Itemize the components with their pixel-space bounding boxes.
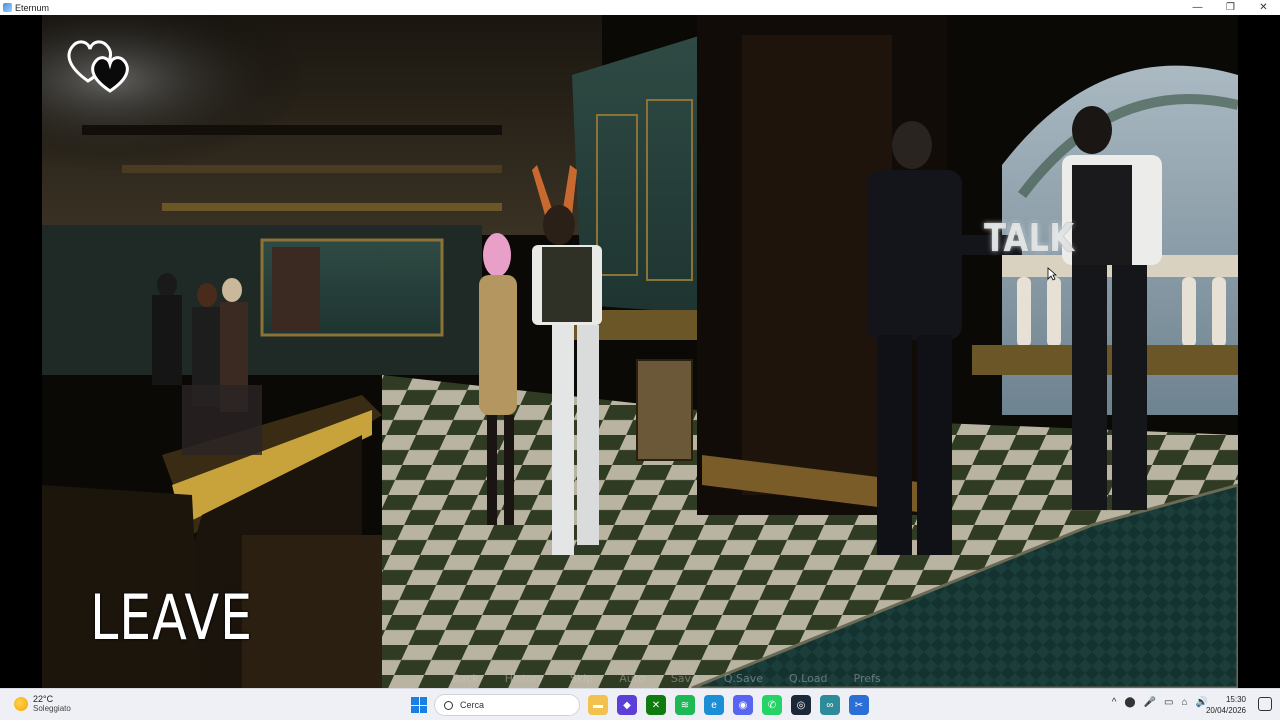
microphone-icon[interactable]: 🎤 (1144, 697, 1156, 708)
xbox-icon[interactable]: ✕ (646, 695, 666, 715)
clock-time: 15:30 (1225, 695, 1246, 704)
quick-menu-qsave[interactable]: Q.Save (724, 672, 763, 685)
infinity-app-icon[interactable]: ∞ (820, 695, 840, 715)
taskbar-search-box[interactable]: Cerca (434, 694, 580, 716)
search-icon (444, 700, 453, 710)
system-tray: ^ ⬤ 🎤 ▭ ⌂ 🔊 (1104, 697, 1208, 708)
window-controls: — ❐ ✕ (1181, 0, 1280, 15)
quick-menu-auto[interactable]: Auto (619, 672, 645, 685)
weather-widget[interactable]: 22°C Soleggiato (14, 694, 71, 714)
game-viewport[interactable]: LEAVE TALK Back History Skip Auto Save Q… (42, 15, 1238, 688)
spotify-icon[interactable]: ≋ (675, 695, 695, 715)
maximize-button[interactable]: ❐ (1214, 0, 1247, 15)
proton-vpn-icon[interactable]: ◆ (617, 695, 637, 715)
whatsapp-icon[interactable]: ✆ (762, 695, 782, 715)
mouse-cursor-icon (1047, 267, 1057, 281)
quick-menu-back[interactable]: Back (452, 672, 479, 685)
leave-button[interactable]: LEAVE (90, 581, 253, 654)
weather-condition: Soleggiato (33, 704, 71, 713)
weather-temperature: 22°C (33, 694, 54, 704)
quick-menu-qload[interactable]: Q.Load (789, 672, 828, 685)
search-placeholder: Cerca (460, 700, 485, 710)
windows-taskbar: 22°C Soleggiato Cerca ▬ ◆ ✕ ≋ e ◉ ✆ ◎ ∞ … (0, 688, 1280, 720)
quick-menu-prefs[interactable]: Prefs (854, 672, 881, 685)
edge-icon[interactable]: e (704, 695, 724, 715)
minimize-button[interactable]: — (1181, 0, 1214, 15)
close-button[interactable]: ✕ (1247, 0, 1280, 15)
file-explorer-icon[interactable]: ▬ (588, 695, 608, 715)
show-hidden-icons-chevron-icon[interactable]: ^ (1112, 697, 1117, 708)
talk-button[interactable]: TALK (984, 216, 1074, 260)
notification-center-icon[interactable] (1258, 697, 1272, 711)
discord-icon[interactable]: ◉ (733, 695, 753, 715)
clock-date: 20/04/2026 (1205, 706, 1246, 715)
quick-menu-skip[interactable]: Skip (570, 672, 593, 685)
windows-start-icon[interactable] (411, 697, 427, 713)
window-title: Eternum (15, 2, 50, 13)
quick-menu-save[interactable]: Save (671, 672, 698, 685)
double-hearts-icon[interactable] (64, 33, 136, 95)
eternum-app-icon (3, 3, 12, 12)
window-title-bar: Eternum — ❐ ✕ (0, 0, 1280, 15)
record-indicator-icon[interactable]: ⬤ (1124, 697, 1135, 708)
taskbar-clock[interactable]: 15:30 20/04/2026 (1206, 694, 1246, 716)
snipping-tool-icon[interactable]: ✂ (849, 695, 869, 715)
steam-icon[interactable]: ◎ (791, 695, 811, 715)
taskbar-apps: ▬ ◆ ✕ ≋ e ◉ ✆ ◎ ∞ ✂ (588, 695, 878, 715)
quick-menu-history[interactable]: History (505, 672, 544, 685)
network-icon[interactable]: ⌂ (1182, 697, 1188, 708)
battery-icon[interactable]: ▭ (1164, 697, 1173, 708)
quick-menu: Back History Skip Auto Save Q.Save Q.Loa… (452, 672, 907, 685)
sun-icon (14, 697, 28, 711)
